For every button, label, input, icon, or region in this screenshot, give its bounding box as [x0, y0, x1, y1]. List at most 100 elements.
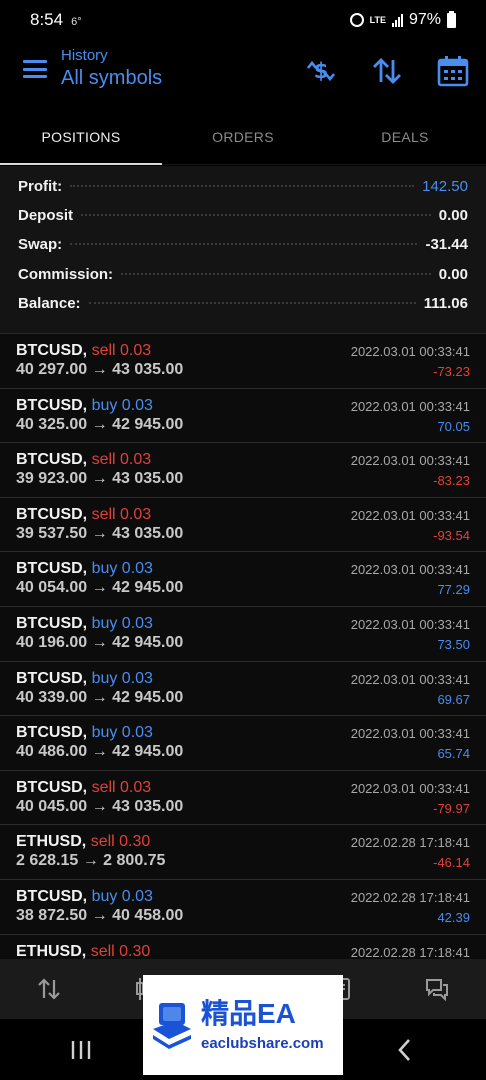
deal-side: buy 0.03: [91, 724, 153, 742]
deal-symbol: BTCUSD,: [16, 396, 88, 414]
deal-side: buy 0.03: [91, 614, 153, 632]
header-titles: History All symbols: [61, 47, 162, 90]
network-type: LTE: [369, 14, 386, 25]
summary-row-commission: Commission: 0.00: [18, 266, 468, 295]
deal-profit: -93.54: [433, 527, 470, 543]
deal-time: 2022.02.28 17:18:41: [350, 889, 470, 905]
deal-symbol: BTCUSD,: [16, 614, 88, 632]
deal-profit: 77.29: [437, 582, 470, 598]
deal-prices: 40 045.00 → 43 035.00: [16, 797, 184, 815]
tab-orders[interactable]: ORDERS: [162, 112, 324, 164]
deal-profit: -83.23: [433, 473, 470, 489]
symbol-filter-icon[interactable]: $: [304, 54, 338, 88]
quotes-icon[interactable]: [32, 972, 66, 1006]
deal-prices: 40 297.00 → 43 035.00: [16, 361, 184, 378]
svg-text:$: $: [314, 59, 329, 83]
position-row[interactable]: ETHUSD, sell 0.30 2 628.15 → 2 800.75 20…: [0, 825, 486, 880]
deal-prices: 2 628.15 → 2 800.75: [16, 852, 166, 870]
position-row[interactable]: BTCUSD, buy 0.03 40 196.00 → 42 945.00 2…: [0, 606, 486, 662]
deal-prices: 39 923.00 → 43 035.00: [16, 470, 184, 488]
summary-value: 0.00: [438, 207, 468, 225]
deal-time: 2022.02.28 17:18:41: [350, 835, 470, 851]
deal-time: 2022.03.01 00:33:41: [350, 616, 470, 632]
dotted-leader: [70, 185, 415, 187]
status-bar: 8:54 6° LTE 97%: [0, 0, 486, 40]
position-row[interactable]: BTCUSD, buy 0.03 38 872.50 → 40 458.00 2…: [0, 879, 486, 935]
position-row[interactable]: BTCUSD, buy 0.03 40 486.00 → 42 945.00 2…: [0, 716, 486, 771]
menu-icon[interactable]: [23, 60, 47, 78]
position-row[interactable]: ETHUSD, sell 0.30 2022.02.28 17:18:41: [0, 934, 486, 959]
signal-icon: [391, 13, 403, 27]
deal-prices: 40 054.00 → 42 945.00: [16, 579, 184, 597]
watermark: 精品EA eaclubshare.com: [143, 975, 343, 1075]
deal-side: sell 0.30: [90, 833, 151, 851]
deal-symbol: BTCUSD,: [16, 505, 88, 523]
battery-icon: [447, 10, 456, 28]
summary-label: Deposit: [18, 207, 74, 225]
sort-icon[interactable]: [370, 54, 404, 88]
summary-row-swap: Swap: -31.44: [18, 236, 468, 265]
deal-symbol: BTCUSD,: [16, 451, 88, 469]
summary-value: 142.50: [422, 178, 468, 195]
deal-profit: 69.67: [437, 691, 470, 707]
watermark-url: eaclubshare.com: [201, 1034, 324, 1052]
tab-deals[interactable]: DEALS: [324, 112, 486, 164]
deal-side: buy 0.03: [91, 560, 153, 578]
deal-prices: 40 339.00 → 42 945.00: [16, 688, 184, 706]
tab-positions[interactable]: POSITIONS: [0, 112, 162, 165]
deal-prices: 38 872.50 → 40 458.00: [16, 906, 184, 924]
account-summary: Profit: 142.50 Deposit 0.00 Swap: -31.44…: [0, 166, 486, 334]
deal-time: 2022.03.01 00:33:41: [350, 398, 470, 414]
header-subtitle: History: [61, 47, 108, 64]
summary-row-profit: Profit: 142.50: [18, 178, 468, 207]
deal-time: 2022.02.28 17:18:41: [350, 944, 470, 959]
deal-symbol: BTCUSD,: [16, 887, 88, 905]
position-row[interactable]: BTCUSD, sell 0.03 40 297.00 → 43 035.00 …: [0, 334, 486, 389]
deal-time: 2022.03.01 00:33:41: [350, 726, 470, 742]
deal-symbol: ETHUSD,: [16, 942, 87, 959]
position-row[interactable]: BTCUSD, buy 0.03 40 054.00 → 42 945.00 2…: [0, 552, 486, 607]
page-title[interactable]: All symbols: [61, 67, 162, 90]
app-bar: History All symbols $: [0, 40, 486, 104]
positions-list[interactable]: BTCUSD, sell 0.03 40 297.00 → 43 035.00 …: [0, 334, 486, 959]
summary-label: Balance:: [18, 294, 81, 312]
watermark-brand: 精品EA: [201, 997, 296, 1029]
summary-value: -31.44: [425, 236, 468, 254]
deal-side: sell 0.03: [91, 342, 152, 359]
position-row[interactable]: BTCUSD, buy 0.03 40 325.00 → 42 945.00 2…: [0, 388, 486, 444]
back-button[interactable]: [375, 1030, 435, 1070]
summary-label: Swap:: [18, 236, 63, 254]
status-time: 8:54: [30, 10, 64, 29]
summary-label: Commission:: [18, 265, 114, 283]
recent-apps-button[interactable]: [51, 1030, 111, 1070]
position-row[interactable]: BTCUSD, sell 0.03 39 923.00 → 43 035.00 …: [0, 443, 486, 498]
deal-time: 2022.03.01 00:33:41: [350, 507, 470, 523]
deal-prices: 40 196.00 → 42 945.00: [16, 633, 184, 651]
deal-time: 2022.03.01 00:33:41: [350, 344, 470, 359]
messages-icon[interactable]: [420, 972, 454, 1006]
deal-symbol: BTCUSD,: [16, 342, 88, 359]
deal-symbol: BTCUSD,: [16, 724, 88, 742]
deal-time: 2022.03.01 00:33:41: [350, 671, 470, 687]
history-tabs: POSITIONS ORDERS DEALS: [0, 112, 486, 165]
calendar-icon[interactable]: [436, 54, 470, 88]
position-row[interactable]: BTCUSD, sell 0.03 40 045.00 → 43 035.00 …: [0, 770, 486, 826]
deal-time: 2022.03.01 00:33:41: [350, 562, 470, 578]
summary-value: 111.06: [423, 294, 468, 312]
dotted-leader: [88, 301, 416, 304]
deal-profit: 70.05: [437, 418, 470, 434]
deal-profit: -46.14: [433, 855, 470, 871]
status-temperature: 6°: [71, 16, 82, 28]
deal-side: buy 0.03: [91, 396, 153, 414]
deal-side: buy 0.03: [91, 669, 153, 687]
deal-profit: -73.23: [433, 364, 470, 379]
dotted-leader: [70, 243, 418, 246]
deal-symbol: ETHUSD,: [16, 833, 87, 851]
watermark-logo-icon: [153, 1003, 191, 1049]
battery-percent: 97%: [408, 11, 441, 28]
summary-label: Profit:: [18, 178, 63, 195]
summary-row-deposit: Deposit 0.00: [18, 207, 468, 236]
dotted-leader: [81, 214, 431, 217]
position-row[interactable]: BTCUSD, sell 0.03 39 537.50 → 43 035.00 …: [0, 497, 486, 553]
position-row[interactable]: BTCUSD, buy 0.03 40 339.00 → 42 945.00 2…: [0, 661, 486, 717]
